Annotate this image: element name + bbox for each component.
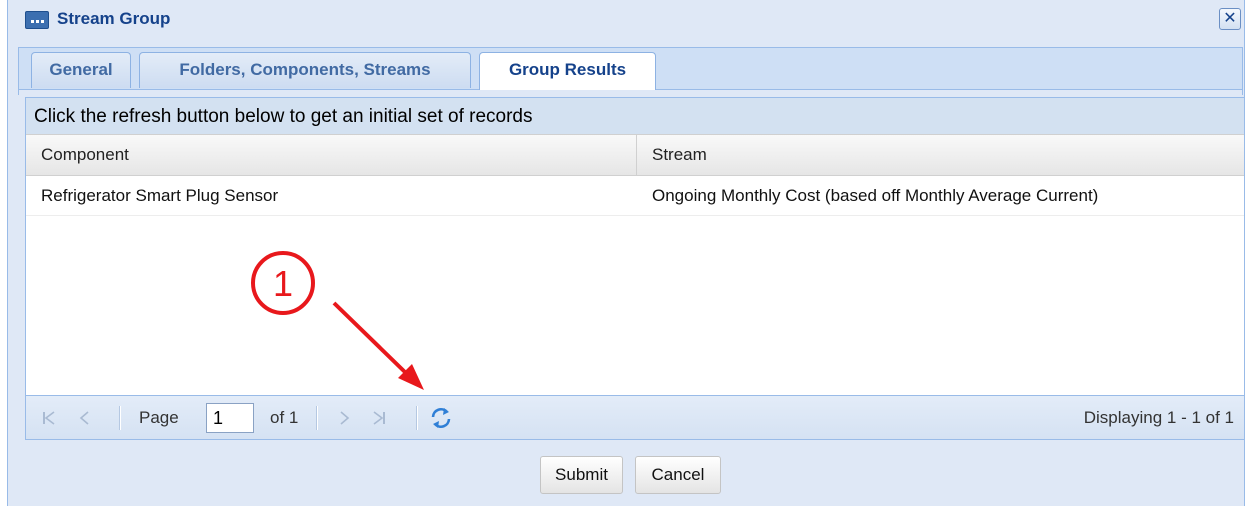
cancel-button[interactable]: Cancel [635,456,721,494]
page-count-label: of 1 [270,408,299,427]
column-header-component[interactable]: Component [26,135,637,175]
window-icon [25,11,49,29]
page-label: Page [139,408,179,427]
panel-header: Click the refresh button below to get an… [26,98,1244,134]
tab-strip: General Folders, Components, Streams Gro… [18,47,1243,90]
tab-folders-components-streams[interactable]: Folders, Components, Streams [139,52,471,88]
cell-stream: Ongoing Monthly Cost (based off Monthly … [652,186,1099,205]
close-icon[interactable]: ✕ [1219,8,1241,30]
submit-button[interactable]: Submit [540,456,623,494]
prev-page-icon[interactable] [76,409,94,427]
grid-header: Component Stream [26,134,1244,176]
tab-group-results[interactable]: Group Results [479,52,656,90]
pager-separator [316,406,318,430]
window-title: Stream Group [57,9,171,28]
pager-separator [119,406,121,430]
column-header-stream[interactable]: Stream [637,135,1244,175]
stream-group-window: Stream Group ✕ General Folders, Componen… [7,0,1245,506]
first-page-icon[interactable] [40,409,58,427]
tab-general[interactable]: General [31,52,131,88]
last-page-icon[interactable] [370,409,388,427]
paging-toolbar: Page of 1 Displaying 1 - 1 of 1 [26,395,1244,439]
table-row[interactable]: Refrigerator Smart Plug Sensor Ongoing M… [26,176,1244,216]
next-page-icon[interactable] [335,409,353,427]
window-titlebar[interactable]: Stream Group ✕ [8,0,1244,40]
paging-info: Displaying 1 - 1 of 1 [1083,408,1234,427]
cell-component: Refrigerator Smart Plug Sensor [41,186,279,205]
refresh-icon[interactable] [428,405,454,431]
pager-separator [416,406,418,430]
group-results-panel: Click the refresh button below to get an… [25,97,1245,440]
page-number-input[interactable] [206,403,254,433]
